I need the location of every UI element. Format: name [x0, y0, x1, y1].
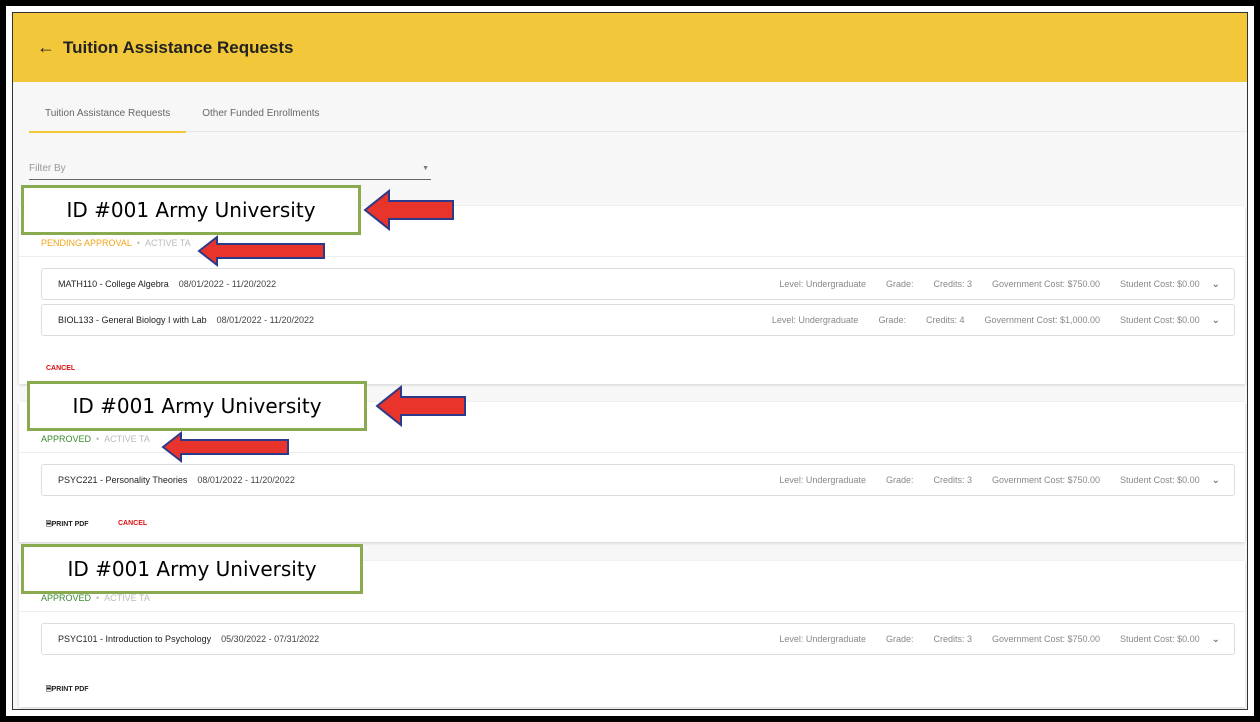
- tab-bar: Tuition Assistance Requests Other Funded…: [29, 101, 1247, 133]
- chevron-down-icon[interactable]: ⌄: [1212, 475, 1220, 486]
- separator-dot: •: [136, 238, 141, 248]
- course-level: Level: Undergraduate: [779, 475, 866, 485]
- course-grade: Grade:: [885, 475, 914, 485]
- course-name: PSYC101 - Introduction to Psychology: [58, 634, 212, 644]
- chevron-down-icon[interactable]: ⌄: [1212, 315, 1220, 326]
- course-credits: Credits: 4: [925, 315, 965, 325]
- status-badge: APPROVED: [41, 593, 92, 603]
- course-grade: Grade:: [878, 315, 906, 325]
- course-government-cost: Government Cost: $750.00: [991, 475, 1101, 485]
- course-level: Level: Undergraduate: [771, 315, 859, 325]
- course-name: MATH110 - College Algebra: [58, 279, 169, 289]
- annotation-label-box: ID #001 Army University: [21, 544, 363, 594]
- cancel-button[interactable]: CANCEL: [118, 520, 147, 527]
- print-pdf-label: PRINT PDF: [51, 521, 89, 528]
- course-row[interactable]: BIOL133 - General Biology I with Lab 08/…: [41, 304, 1235, 336]
- arrow-left-icon[interactable]: ←: [37, 37, 55, 58]
- course-credits: Credits: 3: [933, 634, 972, 644]
- course-student-cost: Student Cost: $0.00: [1120, 475, 1200, 485]
- status-badge: PENDING APPROVAL: [41, 238, 132, 248]
- tab-other-funded-enrollments[interactable]: Other Funded Enrollments: [186, 101, 335, 131]
- chevron-down-icon[interactable]: ⌄: [1212, 279, 1220, 290]
- course-government-cost: Government Cost: $1,000.00: [984, 315, 1101, 325]
- cancel-button[interactable]: CANCEL: [46, 365, 75, 372]
- page-title: Tuition Assistance Requests: [63, 37, 294, 57]
- course-dates: 08/01/2022 - 11/20/2022: [197, 475, 295, 485]
- status-line: APPROVED • ACTIVE TA: [41, 434, 150, 444]
- course-dates: 08/01/2022 - 11/20/2022: [216, 315, 315, 325]
- course-dates: 05/30/2022 - 07/31/2022: [221, 634, 320, 644]
- filter-placeholder: Filter By: [29, 163, 66, 174]
- course-name: BIOL133 - General Biology I with Lab: [58, 315, 207, 325]
- request-type: ACTIVE TA: [104, 593, 150, 603]
- annotation-label-box: ID #001 Army University: [21, 185, 361, 235]
- print-pdf-button[interactable]: 🗎PRINT PDF: [46, 520, 89, 531]
- print-pdf-button[interactable]: 🗎PRINT PDF: [46, 685, 89, 696]
- page: ← Tuition Assistance Requests Tuition As…: [12, 12, 1248, 710]
- request-type: ACTIVE TA: [104, 434, 150, 444]
- course-credits: Credits: 3: [933, 279, 972, 289]
- course-name: PSYC221 - Personality Theories: [58, 475, 188, 485]
- annotation-arrow-icon: [161, 430, 289, 464]
- divider: [19, 611, 1245, 612]
- separator-dot: •: [96, 434, 100, 444]
- request-type: ACTIVE TA: [145, 238, 191, 248]
- print-pdf-label: PRINT PDF: [51, 686, 89, 693]
- course-government-cost: Government Cost: $750.00: [991, 279, 1101, 289]
- separator-dot: •: [96, 593, 100, 603]
- status-line: PENDING APPROVAL • ACTIVE TA: [41, 238, 191, 248]
- annotation-arrow-icon: [363, 188, 454, 232]
- course-grade: Grade:: [885, 634, 914, 644]
- course-level: Level: Undergraduate: [779, 279, 866, 289]
- page-header: ← Tuition Assistance Requests: [13, 13, 1247, 82]
- course-student-cost: Student Cost: $0.00: [1120, 634, 1200, 644]
- status-badge: APPROVED: [41, 434, 92, 444]
- caret-down-icon: ▼: [422, 165, 429, 172]
- course-grade: Grade:: [885, 279, 914, 289]
- status-line: APPROVED • ACTIVE TA: [41, 593, 150, 603]
- course-credits: Credits: 3: [933, 475, 972, 485]
- screenshot-frame: ← Tuition Assistance Requests Tuition As…: [6, 6, 1254, 716]
- course-level: Level: Undergraduate: [779, 634, 866, 644]
- course-dates: 08/01/2022 - 11/20/2022: [178, 279, 277, 289]
- annotation-arrow-icon: [197, 234, 325, 268]
- course-government-cost: Government Cost: $750.00: [991, 634, 1101, 644]
- filter-select[interactable]: Filter By ▼: [29, 159, 431, 180]
- course-student-cost: Student Cost: $0.00: [1120, 279, 1200, 289]
- course-row[interactable]: MATH110 - College Algebra 08/01/2022 - 1…: [41, 268, 1235, 300]
- course-student-cost: Student Cost: $0.00: [1120, 315, 1200, 325]
- tab-tuition-assistance-requests[interactable]: Tuition Assistance Requests: [29, 101, 187, 133]
- course-row[interactable]: PSYC101 - Introduction to Psychology 05/…: [41, 623, 1235, 655]
- annotation-label-box: ID #001 Army University: [27, 381, 367, 431]
- course-row[interactable]: PSYC221 - Personality Theories 08/01/202…: [41, 464, 1235, 496]
- annotation-arrow-icon: [375, 384, 466, 428]
- chevron-down-icon[interactable]: ⌄: [1212, 634, 1220, 645]
